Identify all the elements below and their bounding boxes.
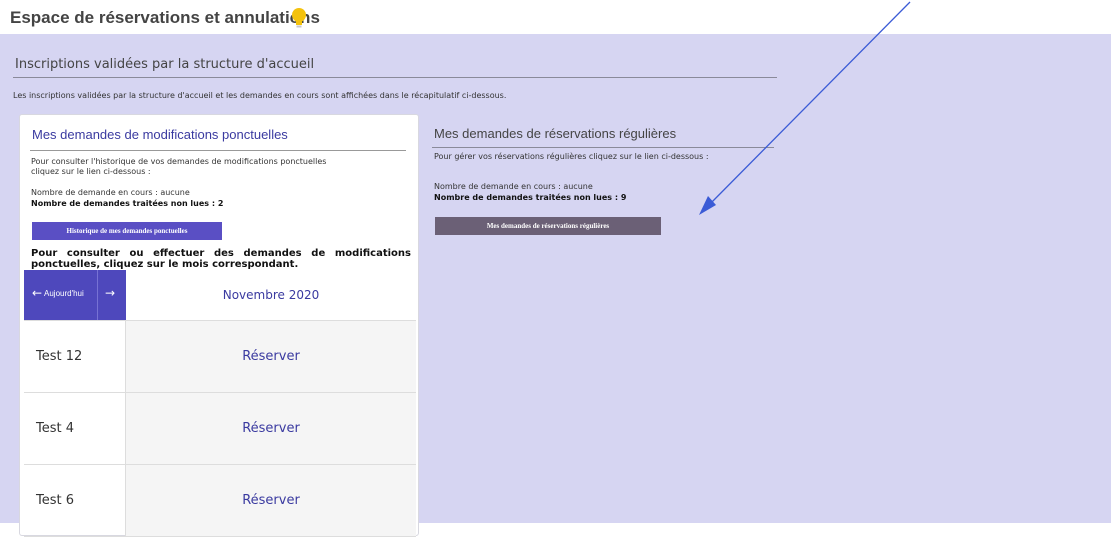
ponctuelles-intro-line1: Pour consulter l'historique de vos deman… — [31, 157, 327, 166]
today-button[interactable]: Aujourd'hui — [44, 289, 84, 298]
regulieres-divider — [432, 147, 774, 148]
calendar-month[interactable]: Novembre 2020 — [126, 270, 416, 320]
calendar-nav: ← Aujourd'hui → — [24, 270, 126, 320]
regulieres-pending: Nombre de demande en cours : aucune — [434, 182, 593, 191]
month-calendar: ← Aujourd'hui → Novembre 2020 Test 12 Ré… — [24, 270, 416, 540]
child-name: Test 6 — [24, 465, 126, 536]
ponctuelles-divider — [30, 150, 406, 151]
regulieres-title: Mes demandes de réservations régulières — [434, 126, 677, 141]
reserve-link[interactable]: Réserver — [126, 321, 416, 392]
section-description: Les inscriptions validées par la structu… — [13, 91, 507, 100]
calendar-row: Test 12 Réserver — [24, 321, 416, 393]
section-title: Inscriptions validées par la structure d… — [15, 57, 315, 72]
section-divider — [13, 77, 777, 78]
regulieres-intro: Pour gérer vos réservations régulières c… — [434, 152, 709, 161]
ponctuelles-card: Mes demandes de modifications ponctuelle… — [19, 114, 419, 537]
page-header: Espace de réservations et annulations — [0, 0, 1111, 34]
lightbulb-icon — [292, 8, 306, 28]
prev-arrow-icon[interactable]: ← — [32, 286, 42, 300]
child-name: Test 4 — [24, 393, 126, 464]
child-name: Test 12 — [24, 321, 126, 392]
ponctuelles-unread: Nombre de demandes traitées non lues : 2 — [31, 199, 224, 208]
ponctuelles-title: Mes demandes de modifications ponctuelle… — [32, 127, 288, 142]
calendar-row: Test 6 Réserver — [24, 465, 416, 537]
nav-divider — [97, 270, 98, 320]
ponctuelles-intro-line2: cliquez sur le lien ci-dessous : — [31, 167, 151, 176]
next-arrow-icon[interactable]: → — [105, 286, 115, 300]
reserve-link[interactable]: Réserver — [126, 465, 416, 536]
reserve-link[interactable]: Réserver — [126, 393, 416, 464]
regular-reservations-button[interactable]: Mes demandes de réservations régulières — [435, 217, 661, 235]
calendar-row: Test 4 Réserver — [24, 393, 416, 465]
regulieres-unread: Nombre de demandes traitées non lues : 9 — [434, 193, 627, 202]
history-button[interactable]: Historique de mes demandes ponctuelles — [32, 222, 222, 240]
ponctuelles-pending: Nombre de demande en cours : aucune — [31, 188, 190, 197]
ponctuelles-instruction: Pour consulter ou effectuer des demandes… — [31, 248, 411, 270]
page-title: Espace de réservations et annulations — [10, 8, 320, 27]
main-content: Inscriptions validées par la structure d… — [0, 34, 1111, 537]
calendar-header: ← Aujourd'hui → Novembre 2020 — [24, 270, 416, 321]
